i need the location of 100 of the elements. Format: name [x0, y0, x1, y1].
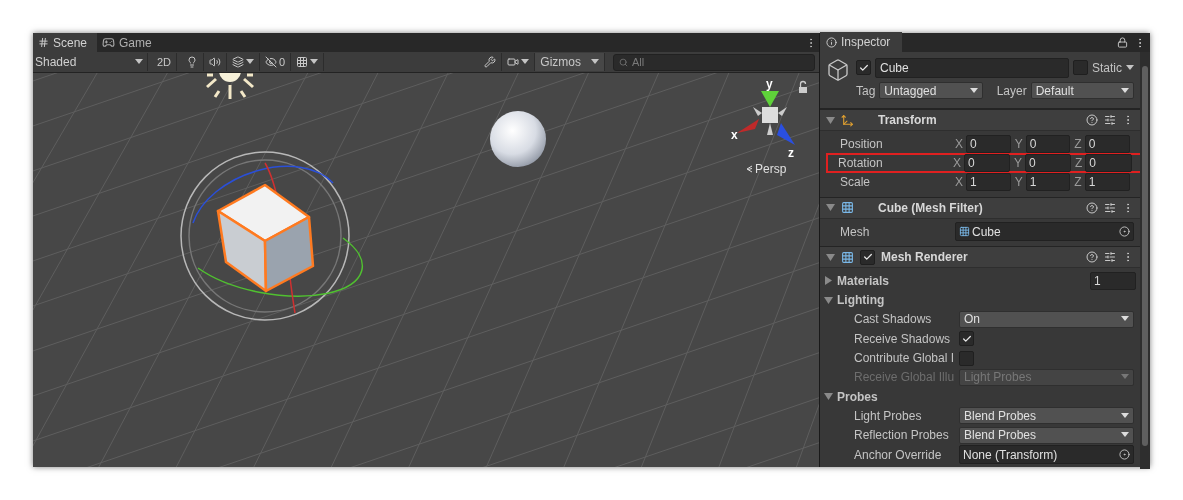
layer-label: Layer: [996, 83, 1027, 98]
lock-icon[interactable]: [1117, 37, 1128, 48]
caret-icon: [521, 59, 530, 65]
property-label: Cast Shadows: [854, 312, 933, 327]
axis-label: Z: [1074, 136, 1082, 151]
caret-icon: [591, 59, 599, 65]
scroll-thumb[interactable]: [1142, 66, 1148, 446]
layers-icon: [232, 56, 245, 68]
section-label[interactable]: Probes: [837, 389, 878, 404]
camera-icon: [507, 56, 520, 68]
foldout-arrow-icon[interactable]: [824, 295, 833, 305]
property-label: Receive Shadows: [854, 331, 952, 346]
axis-label: Z: [1075, 155, 1083, 170]
property-dropdown[interactable]: Blend Probes: [959, 407, 1134, 425]
target-icon[interactable]: [1119, 449, 1130, 460]
axis-label: Y: [1014, 136, 1023, 151]
sliders-icon[interactable]: [1104, 114, 1116, 126]
scene-viewport[interactable]: y x z Persp: [33, 73, 819, 467]
axis-label: X: [955, 136, 963, 151]
eye-off-icon: [265, 56, 278, 68]
property-label: Reflection Probes: [854, 428, 950, 443]
property-checkbox[interactable]: [959, 331, 974, 347]
sliders-icon[interactable]: [1104, 201, 1116, 214]
name-field[interactable]: Cube: [875, 57, 1069, 78]
axes-icon: [841, 113, 854, 127]
foldout-arrow-icon[interactable]: [824, 392, 833, 402]
property-label: Mesh: [840, 224, 871, 239]
wrench-icon: [484, 56, 497, 68]
caret-icon: [1121, 432, 1129, 439]
mesh-grid-icon: [841, 201, 854, 215]
property-label: Scale: [840, 175, 872, 190]
component-title: Mesh Renderer: [881, 250, 969, 265]
property-label: Contribute Global I: [854, 351, 956, 365]
property-label: Position: [840, 136, 884, 151]
search-icon: [619, 57, 628, 67]
property-label: Anchor Override: [854, 447, 943, 462]
caret-icon: [1121, 374, 1129, 381]
caret-icon: [969, 87, 978, 94]
number-field[interactable]: 0: [1085, 153, 1132, 172]
number-field[interactable]: 1: [1084, 173, 1130, 192]
chevron-left-icon: [746, 165, 753, 173]
orientation-gizmo-drawing[interactable]: y x z: [731, 77, 795, 160]
gizmos-dropdown[interactable]: Gizmos: [535, 53, 605, 71]
number-field[interactable]: 0: [1025, 153, 1071, 172]
component-header[interactable]: Transform: [820, 109, 1140, 131]
section-label[interactable]: Lighting: [837, 293, 885, 308]
component-title: Cube (Mesh Filter): [878, 200, 984, 215]
enabled-checkbox[interactable]: [860, 249, 875, 265]
inspector-tab[interactable]: Inspector: [820, 32, 903, 52]
help-icon[interactable]: [1086, 201, 1098, 214]
static-checkbox[interactable]: [1073, 60, 1088, 75]
help-icon[interactable]: [1086, 114, 1098, 126]
number-field[interactable]: 1: [1025, 173, 1071, 192]
axis-label: X: [955, 175, 963, 190]
target-icon[interactable]: [1119, 226, 1130, 238]
number-field[interactable]: 0: [1025, 134, 1071, 153]
scrollbar[interactable]: [1140, 52, 1150, 470]
number-field[interactable]: 0: [1084, 134, 1130, 153]
component-header[interactable]: Mesh Renderer: [820, 246, 1140, 269]
foldout-arrow-icon[interactable]: [826, 203, 835, 213]
check-icon: [961, 333, 972, 344]
section-label[interactable]: Materials: [837, 273, 890, 288]
property-dropdown[interactable]: On: [959, 310, 1134, 328]
foldout-arrow-icon[interactable]: [824, 276, 833, 286]
caret-icon: [246, 59, 255, 65]
component-header[interactable]: Cube (Mesh Filter): [820, 196, 1140, 219]
property-label: Rotation: [838, 155, 884, 170]
static-label[interactable]: Static: [1092, 60, 1122, 75]
sphere-drawing: [490, 111, 546, 167]
caret-icon: [1121, 412, 1129, 419]
help-icon[interactable]: [1086, 251, 1098, 264]
scene-tab[interactable]: Scene: [33, 33, 98, 52]
lightbulb-icon: [186, 56, 199, 68]
caret-icon: [1121, 316, 1129, 323]
caret-icon: [135, 59, 143, 65]
axis-label: X: [953, 155, 961, 170]
foldout-arrow-icon[interactable]: [826, 115, 835, 125]
property-dropdown[interactable]: Blend Probes: [959, 426, 1134, 444]
scene-tab[interactable]: Game: [97, 33, 162, 52]
sliders-icon[interactable]: [1104, 251, 1116, 264]
object-field[interactable]: Cube: [955, 222, 1134, 242]
property-label: Light Probes: [854, 408, 923, 423]
check-icon: [862, 252, 873, 263]
component-title: Transform: [878, 113, 938, 127]
mesh-grid-icon: [959, 226, 970, 238]
draw-mode-dropdown[interactable]: Shaded: [33, 53, 148, 71]
lock-icon[interactable]: [799, 80, 807, 93]
number-field[interactable]: 0: [964, 153, 1010, 172]
active-checkbox[interactable]: [856, 60, 871, 75]
axis-label: Y: [1014, 155, 1022, 170]
property-checkbox[interactable]: [959, 350, 974, 366]
number-field[interactable]: 1: [966, 173, 1011, 192]
layer-dropdown[interactable]: Default: [1030, 82, 1134, 99]
tag-dropdown[interactable]: Untagged: [879, 82, 983, 99]
mesh-grid-icon: [841, 250, 854, 264]
number-field[interactable]: 0: [966, 134, 1011, 153]
projection-label[interactable]: Persp: [755, 162, 787, 176]
count-field[interactable]: 1: [1090, 271, 1136, 290]
object-field[interactable]: None (Transform): [959, 445, 1134, 464]
foldout-arrow-icon[interactable]: [826, 252, 835, 262]
